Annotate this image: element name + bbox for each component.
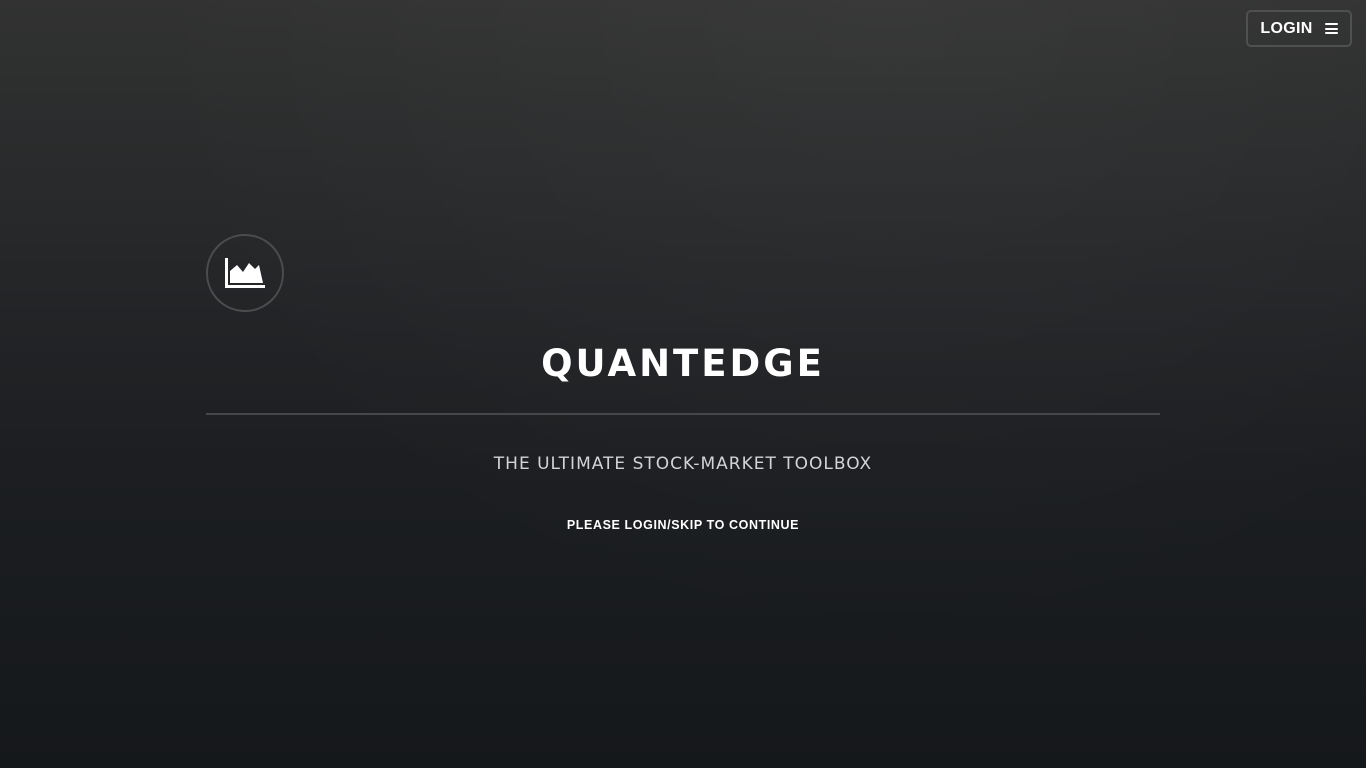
title-divider [206,413,1160,415]
area-chart-icon [225,258,265,288]
logo-badge [206,234,284,312]
hamburger-menu-icon [1324,23,1338,34]
login-button-label: LOGIN [1260,19,1313,37]
login-menu-button[interactable]: LOGIN [1246,10,1352,47]
tagline: THE ULTIMATE STOCK-MARKET TOOLBOX [493,454,873,474]
page-title: QUANTEDGE [541,342,825,385]
continue-prompt: PLEASE LOGIN/SKIP TO CONTINUE [566,518,800,532]
